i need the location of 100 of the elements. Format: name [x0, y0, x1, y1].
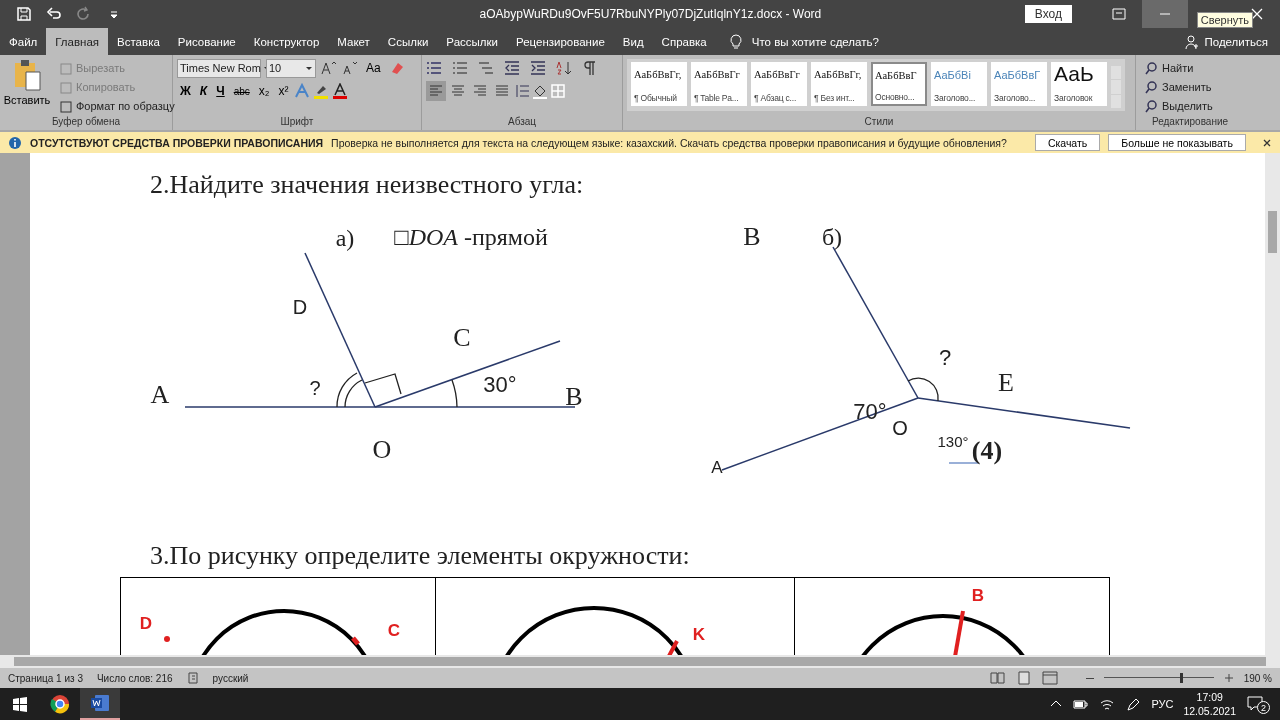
style-tile[interactable]: АаБбВвГ Основно... — [871, 62, 927, 106]
infobar-button[interactable]: Больше не показывать — [1108, 134, 1246, 151]
battery-icon[interactable] — [1073, 697, 1090, 711]
editing-button[interactable]: Выделить — [1144, 96, 1213, 115]
zoom-in-icon[interactable] — [1223, 673, 1234, 683]
clock-date[interactable]: 12.05.2021 — [1183, 705, 1236, 717]
wifi-icon[interactable] — [1099, 697, 1116, 711]
heading: 2.Найдите значения неизвестного угла: — [149, 170, 585, 200]
infobar-message: Проверка не выполняется для текста на следующем языке: казахский. Скачать средства проверки правописания и будущие обновления? — [331, 136, 1007, 149]
ribbon-tab[interactable]: Главная — [46, 28, 109, 55]
style-tile[interactable]: АаБбВвГг ¶ Абзац с... — [751, 62, 807, 106]
font-size-field[interactable]: 10 — [266, 58, 316, 78]
ribbon-tab[interactable]: Макет — [328, 28, 379, 55]
format-button[interactable]: x₂ — [255, 81, 273, 101]
ribbon-tab[interactable]: Файл — [0, 28, 47, 55]
ribbon-tab[interactable]: Рецензирование — [507, 28, 614, 55]
lightbulb-icon[interactable] — [727, 33, 744, 50]
infobar-button[interactable]: Скачать — [1034, 134, 1101, 151]
save-icon[interactable] — [16, 6, 32, 22]
undo-icon[interactable] — [46, 6, 62, 22]
decrease-indent-icon[interactable] — [504, 60, 520, 76]
angle-label: ? — [938, 347, 952, 369]
font-color-icon[interactable] — [332, 83, 349, 99]
ribbon-tab[interactable]: Рисование — [168, 28, 245, 55]
figure-label: б) — [821, 225, 843, 249]
figure-label: а) — [335, 226, 355, 250]
increase-indent-icon[interactable] — [530, 60, 546, 76]
close-icon[interactable] — [1262, 137, 1272, 148]
ribbon-display-icon[interactable] — [1111, 6, 1127, 22]
windows-start-icon[interactable] — [12, 696, 28, 712]
ribbon-tab[interactable]: Справка — [652, 28, 716, 55]
style-tile[interactable]: АаБбВі Заголово... — [931, 62, 987, 106]
chord-line — [951, 610, 965, 655]
style-tile[interactable]: АаБбВвГ Заголово... — [991, 62, 1047, 106]
angle-label: 30° — [483, 374, 517, 396]
point-label: B — [743, 224, 761, 250]
style-tile[interactable]: АаБбВвГг, ¶ Обычный — [631, 62, 687, 106]
editing-button[interactable]: Найти — [1144, 58, 1213, 77]
proofing-icon[interactable] — [186, 671, 199, 685]
ribbon-tab[interactable]: Конструктор — [244, 28, 329, 55]
page-count[interactable]: Страница 1 из 3 — [8, 672, 83, 684]
point-label: C — [453, 325, 471, 351]
close-icon[interactable] — [1249, 6, 1265, 22]
pilcrow-icon[interactable] — [582, 60, 598, 76]
format-button[interactable]: К — [196, 81, 211, 101]
angle-label: 130° — [937, 433, 969, 449]
share-button[interactable]: Поделиться — [1204, 35, 1268, 48]
shading-icon[interactable] — [532, 83, 548, 99]
point-label: B — [565, 384, 583, 410]
point-label: B — [971, 586, 985, 604]
grow-font-icon[interactable] — [321, 60, 337, 76]
numbering-icon[interactable] — [452, 60, 468, 76]
print-layout-icon[interactable] — [1015, 670, 1032, 686]
style-tile[interactable]: АаБбВвГг, ¶ Без инт... — [811, 62, 867, 106]
ribbon-tab[interactable]: Вставка — [108, 28, 169, 55]
browser-icon[interactable] — [50, 694, 70, 714]
paste-button[interactable]: Вставить — [4, 58, 50, 116]
point-label: O — [372, 437, 392, 463]
word-count[interactable]: Число слов: 216 — [96, 672, 173, 684]
input-language[interactable]: РУС — [1151, 698, 1174, 710]
change-case-button[interactable]: Aa — [363, 58, 384, 78]
point-label: C — [387, 621, 401, 639]
sort-icon[interactable] — [556, 60, 572, 76]
bullets-icon[interactable] — [426, 60, 442, 76]
web-layout-icon[interactable] — [1041, 670, 1058, 686]
scrollbar-thumb[interactable] — [1268, 211, 1277, 253]
read-mode-icon[interactable] — [989, 670, 1006, 686]
format-button[interactable]: Ж — [177, 81, 194, 101]
point-marker — [351, 636, 360, 646]
format-button[interactable]: Ч — [213, 81, 228, 101]
language-indicator[interactable]: русский — [212, 672, 249, 684]
format-button[interactable]: x² — [275, 81, 292, 101]
shrink-font-icon[interactable] — [342, 60, 358, 76]
tooltip: Свернуть — [1196, 12, 1253, 28]
word-app-icon[interactable] — [90, 693, 110, 713]
window-title: aOAbypWuRDu9OvF5U7RbuNYPly07DjZutIqlnY1z.docx - Word — [478, 7, 823, 21]
share-person-icon[interactable] — [1184, 33, 1201, 50]
underline-mark — [948, 462, 979, 464]
scrollbar-thumb[interactable] — [14, 657, 1266, 666]
zoom-level[interactable]: 190 % — [1243, 672, 1272, 684]
segment-line — [667, 640, 679, 655]
format-button[interactable]: abc — [230, 81, 253, 101]
sign-in-button[interactable]: Вход — [1024, 5, 1072, 23]
ribbon-tab[interactable]: Рассылки — [437, 28, 507, 55]
tell-me-field[interactable]: Что вы хотите сделать? — [751, 35, 879, 48]
clipboard-item[interactable]: Формат по образцу — [58, 96, 175, 115]
redo-icon[interactable] — [76, 6, 92, 22]
pen-icon[interactable] — [1125, 697, 1142, 711]
angle-label: ? — [309, 378, 321, 398]
editing-button[interactable]: Заменить — [1144, 77, 1213, 96]
ribbon-tab[interactable]: Ссылки — [378, 28, 438, 55]
style-tile[interactable]: АаБбВвГг ¶ Table Pa... — [691, 62, 747, 106]
notification-icon[interactable] — [1246, 694, 1264, 712]
point-label: A — [711, 458, 723, 476]
highlight-icon[interactable] — [313, 83, 330, 99]
ribbon-tab[interactable]: Вид — [613, 28, 653, 55]
clock-time[interactable]: 17:09 — [1196, 691, 1223, 703]
multilevel-list-icon[interactable] — [478, 60, 494, 76]
zoom-slider[interactable] — [1103, 673, 1214, 683]
style-tile[interactable]: АаЬ Заголовок — [1051, 62, 1107, 106]
